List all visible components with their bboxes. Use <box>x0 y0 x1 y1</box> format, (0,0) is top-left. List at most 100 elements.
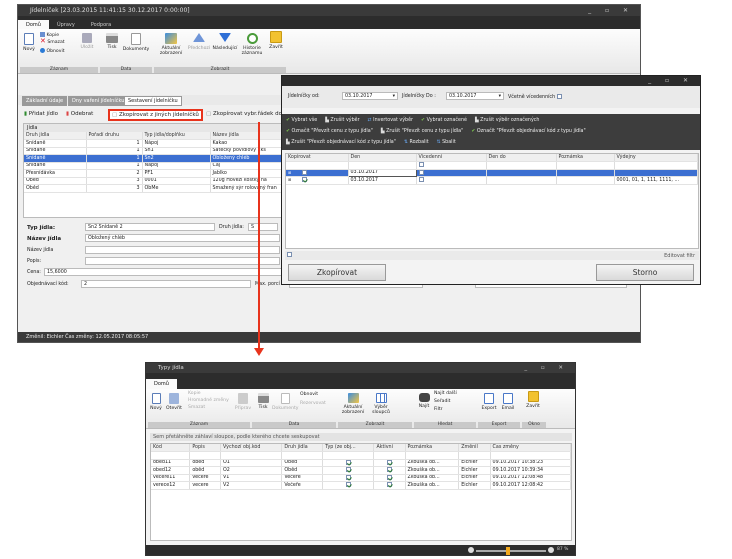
nazev2-field[interactable] <box>85 246 280 254</box>
od-field[interactable]: 03.10.2017 ▾ <box>342 92 398 100</box>
table-row[interactable]: Snídaně 1 Sn1 Šátečky povidlový 2ks <box>24 147 282 155</box>
do-field[interactable]: 03.10.2017 ▾ <box>446 92 504 100</box>
col-poznamka[interactable]: Poznámka <box>556 154 615 162</box>
typy-column-header[interactable]: Změnil <box>458 444 491 452</box>
aktivni-checkbox[interactable] <box>386 474 392 480</box>
second-window-controls[interactable]: _ ▫ ✕ <box>524 363 569 373</box>
typ-checkbox[interactable] <box>345 482 351 488</box>
col-nazev[interactable]: Název jídla <box>210 132 282 140</box>
zoom-slider[interactable] <box>476 550 546 552</box>
popis-field[interactable] <box>85 257 280 265</box>
aktivni-checkbox[interactable] <box>386 482 392 488</box>
table-row[interactable]: Snídaně 1 Nápoj Kakao <box>24 139 282 148</box>
tab-sestaveni[interactable]: Sestavení jídelníčku <box>124 96 182 106</box>
filter-row[interactable] <box>286 161 698 170</box>
aktivni-checkbox[interactable] <box>386 459 392 465</box>
tisk-button[interactable]: Tisk <box>104 33 120 50</box>
aktualni-zobrazeni-button[interactable]: Aktuální zobrazení <box>158 33 184 56</box>
table-row[interactable]: Oběd 3 ObMe Smažený sýr rolovaný fran <box>24 184 282 193</box>
dialog-action-actions2-0[interactable]: ✔ Označit "Převzít cenu z typu jídla" <box>286 129 373 134</box>
expand-icon[interactable]: ⊞ <box>288 170 291 175</box>
second-najit-button[interactable]: Najít <box>416 393 432 409</box>
zoom-plus-icon[interactable] <box>548 547 554 553</box>
table-row[interactable]: Oběd 3 0001 120g Hovězí kostky na <box>24 177 282 185</box>
nazev-field[interactable]: Obložený chléb <box>85 234 280 242</box>
second-seradit-button[interactable]: Seřadit <box>434 399 450 404</box>
dialog-action-actions1-0[interactable]: ✔ Vybrat vše <box>286 118 317 123</box>
typ-field[interactable]: Sn2 Snídaně 2 <box>85 223 215 231</box>
zkopirovat-vybr-button[interactable]: ▢ Zkopírovat vybr.řádek do <box>206 111 282 117</box>
filter-enable-checkbox[interactable] <box>287 252 292 257</box>
cena-field[interactable]: 15,6000 <box>44 268 284 276</box>
dialog-action-actions1-3[interactable]: ✔ Vybrat označené <box>421 118 467 123</box>
table-row[interactable]: ⊞ 03.10.2017 <box>286 168 698 177</box>
second-smazat-button[interactable]: Smazat <box>188 405 205 410</box>
zoom-handle[interactable] <box>506 547 510 555</box>
second-export-button[interactable]: Export <box>480 393 498 411</box>
second-novy-button[interactable]: Nový <box>150 393 162 411</box>
second-tisk-button[interactable]: Tisk <box>256 393 270 410</box>
zavrit-button[interactable]: Zavřít <box>267 31 285 50</box>
typy-column-header[interactable]: Poznámka <box>405 444 460 452</box>
predchozi-button[interactable]: Předchozí <box>186 33 212 51</box>
window-controls[interactable]: _ ▫ ✕ <box>588 5 634 16</box>
typy-column-header[interactable]: Kód <box>151 444 191 452</box>
typy-column-header[interactable]: Typ (ze obj... <box>322 444 375 452</box>
col-den-do[interactable]: Den do <box>486 154 557 162</box>
second-aktualni-button[interactable]: Aktuální zobrazení <box>340 393 366 415</box>
dialog-action-actions1-1[interactable]: ▙ Zrušit výběr <box>325 118 359 123</box>
zkopirovat-button[interactable]: Zkopírovat <box>288 264 386 281</box>
kopirovat-checkbox[interactable] <box>302 177 308 183</box>
second-vyber-button[interactable]: Výběr sloupců <box>370 393 392 415</box>
col-vicedenni[interactable]: Vícedenní <box>416 154 487 162</box>
dialog-action-actions3-2[interactable]: ⇅ Sbalit <box>437 140 456 145</box>
novy-button[interactable]: Nový <box>22 33 36 52</box>
tab-zakladni-udaje[interactable]: Základní údaje <box>22 96 68 106</box>
second-obnovit-button[interactable]: Obnovit <box>300 392 318 397</box>
table-row[interactable]: obed12 oběd O2 Oběd Zkouška ob... Eichle… <box>151 466 572 475</box>
zoom-minus-icon[interactable] <box>468 547 474 553</box>
dialog-action-actions1-4[interactable]: ▙ Zrušit výběr označených <box>475 118 540 123</box>
col-typ[interactable]: Typ jídla/doplňku <box>142 132 211 140</box>
table-row[interactable]: Snídaně 1 Nápoj Čaj <box>24 162 282 170</box>
tab-dny-vareni[interactable]: Dny vaření jídelníčku <box>68 96 129 106</box>
typy-column-header[interactable]: Popis <box>189 444 221 452</box>
typ-checkbox[interactable] <box>345 467 351 473</box>
dialog-action-actions3-1[interactable]: ⇅ Rozbalit <box>404 140 429 145</box>
typ-checkbox[interactable] <box>345 474 351 480</box>
dialog-window-controls[interactable]: _ ▫ ✕ <box>648 76 694 86</box>
col-poradi[interactable]: Pořadí druhu <box>86 132 143 140</box>
typy-column-header[interactable]: Druh jídla <box>281 444 324 452</box>
second-zavrit-button[interactable]: Zavřít <box>524 391 542 409</box>
typy-filter-row[interactable] <box>151 451 572 460</box>
col-kopirovat[interactable]: Kopírovat <box>286 154 349 162</box>
aktivni-checkbox[interactable] <box>386 467 392 473</box>
second-email-button[interactable]: Email <box>500 393 516 411</box>
vicedenni-checkbox[interactable] <box>418 169 424 175</box>
second-hromadne-button[interactable]: Hromadné změny <box>188 398 229 403</box>
vcetne-checkbox[interactable] <box>556 94 562 99</box>
second-dokumenty-button[interactable]: Dokumenty <box>272 393 299 411</box>
table-row[interactable]: ⊞ 03.10.2017 0001, 01, 1, 111, 1111, ... <box>286 176 698 185</box>
second-rezervovat-button[interactable]: Rezervovat <box>300 401 326 406</box>
dokumenty-button[interactable]: Dokumenty <box>122 33 150 52</box>
vicedenni-checkbox[interactable] <box>418 177 424 183</box>
storno-button[interactable]: Storno <box>596 264 694 281</box>
pridat-jidlo-button[interactable]: ▮ Přidat jídlo <box>24 111 58 117</box>
second-menu-domu[interactable]: Domů <box>146 379 177 389</box>
second-filtr-button[interactable]: Filtr <box>434 407 443 412</box>
typy-column-header[interactable]: Výchozí obj.kód <box>220 444 283 452</box>
obj-kod-field[interactable]: 2 <box>81 280 251 288</box>
col-den[interactable]: Den <box>348 154 417 162</box>
zkopirovat-z-jinych-button[interactable]: ▢ Zkopírovat z jiných jídelníčků <box>108 109 203 121</box>
nasledujici-button[interactable]: Následující <box>211 33 239 51</box>
odebrat-button[interactable]: ▮ Odebrat <box>66 111 93 117</box>
dialog-action-actions2-1[interactable]: ▙ Zrušit "Převzít cenu z typu jídla" <box>381 129 463 134</box>
dialog-action-actions2-2[interactable]: ✔ Označit "Převzít objednávací kód z typ… <box>471 129 585 134</box>
table-row[interactable]: vecere11 vecere V1 Večeře Zkouška ob... … <box>151 474 572 482</box>
dialog-action-actions3-0[interactable]: ▙ Zrušit "Převzít objednávací kód z typu… <box>286 140 396 145</box>
second-kopie-button[interactable]: Kopie <box>188 391 201 396</box>
second-priprav-button[interactable]: Připrav <box>234 393 252 411</box>
typy-column-header[interactable]: Aktivní <box>373 444 406 452</box>
kopirovat-checkbox[interactable] <box>302 169 308 175</box>
